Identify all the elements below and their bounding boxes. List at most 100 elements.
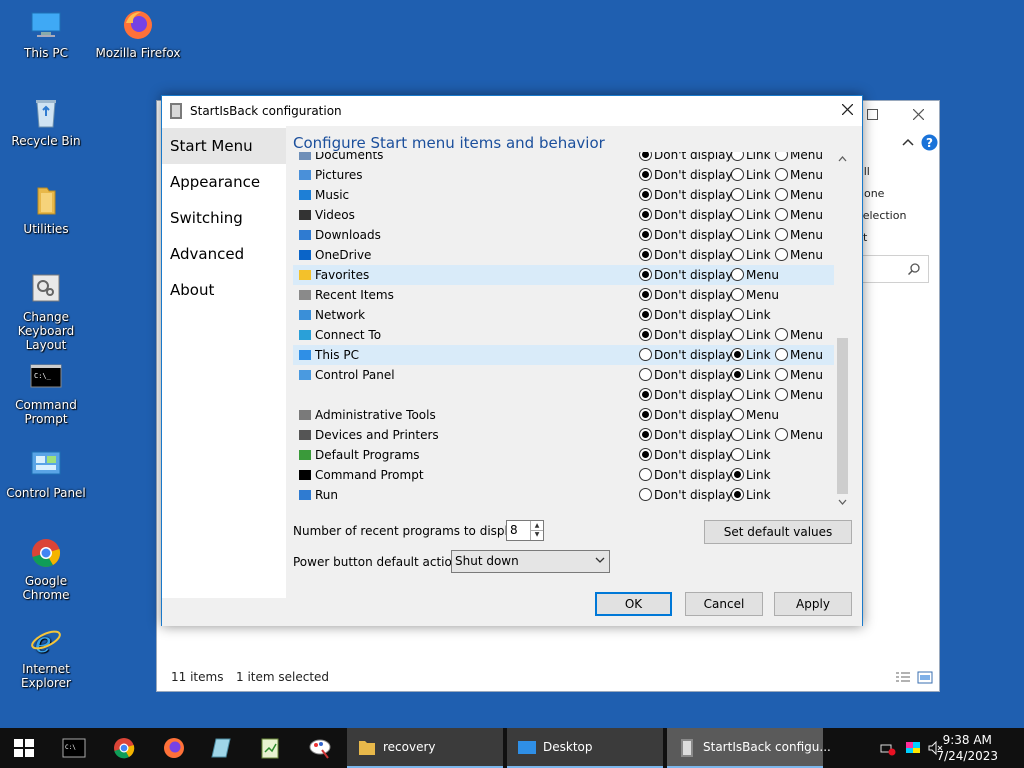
option-dont-radio[interactable]: Don't display <box>639 168 733 182</box>
option-link-radio[interactable]: Link <box>731 228 771 242</box>
desktop-icon-chrome[interactable]: Google Chrome <box>0 536 92 602</box>
details-view-icon[interactable] <box>895 671 911 684</box>
radio-circle[interactable] <box>775 428 788 441</box>
radio-circle[interactable] <box>775 168 788 181</box>
search-input[interactable] <box>857 255 929 283</box>
radio-circle[interactable] <box>731 488 744 501</box>
radio-circle[interactable] <box>731 188 744 201</box>
option-menu-radio[interactable]: Menu <box>775 388 823 402</box>
radio-circle[interactable] <box>731 288 744 301</box>
option-dont-radio[interactable]: Don't display <box>639 388 733 402</box>
radio-circle[interactable] <box>731 388 744 401</box>
radio-circle[interactable] <box>639 408 652 421</box>
desktop-icon-change-keyboard[interactable]: Change Keyboard Layout <box>0 272 92 352</box>
option-menu-radio[interactable]: Menu <box>775 208 823 222</box>
desktop-icon-this-pc[interactable]: This PC <box>0 8 92 60</box>
radio-circle[interactable] <box>639 308 652 321</box>
large-icons-view-icon[interactable] <box>917 671 933 684</box>
option-menu-radio[interactable]: Menu <box>731 268 779 282</box>
radio-circle[interactable] <box>775 152 788 161</box>
option-menu-radio[interactable]: Menu <box>775 188 823 202</box>
ribbon-invert-selection[interactable]: selection <box>857 209 906 222</box>
option-dont-radio[interactable]: Don't display <box>639 488 733 502</box>
option-link-radio[interactable]: Link <box>731 188 771 202</box>
option-dont-radio[interactable]: Don't display <box>639 152 733 162</box>
radio-circle[interactable] <box>731 428 744 441</box>
radio-circle[interactable] <box>639 228 652 241</box>
radio-circle[interactable] <box>775 388 788 401</box>
option-link-radio[interactable]: Link <box>731 328 771 342</box>
apply-button[interactable]: Apply <box>774 592 852 616</box>
option-menu-radio[interactable]: Menu <box>775 428 823 442</box>
option-link-radio[interactable]: Link <box>731 168 771 182</box>
option-link-radio[interactable]: Link <box>731 448 771 462</box>
radio-circle[interactable] <box>639 448 652 461</box>
option-dont-radio[interactable]: Don't display <box>639 268 733 282</box>
option-menu-radio[interactable]: Menu <box>775 328 823 342</box>
option-dont-radio[interactable]: Don't display <box>639 188 733 202</box>
desktop-icon-utilities[interactable]: Utilities <box>0 184 92 236</box>
stepper-down-button[interactable]: ▼ <box>530 530 543 540</box>
recent-programs-stepper[interactable]: 8 ▲ ▼ <box>506 520 544 541</box>
power-action-select[interactable]: Shut down <box>451 550 610 573</box>
option-dont-radio[interactable]: Don't display <box>639 408 733 422</box>
option-link-radio[interactable]: Link <box>731 388 771 402</box>
radio-circle[interactable] <box>731 308 744 321</box>
option-menu-radio[interactable]: Menu <box>775 348 823 362</box>
radio-circle[interactable] <box>775 328 788 341</box>
taskbar-task-recovery[interactable]: recovery <box>347 728 503 768</box>
nav-start-menu[interactable]: Start Menu <box>162 128 286 164</box>
radio-circle[interactable] <box>775 188 788 201</box>
chevron-up-icon[interactable] <box>902 138 914 146</box>
radio-circle[interactable] <box>639 468 652 481</box>
radio-circle[interactable] <box>639 368 652 381</box>
display-icon[interactable] <box>905 740 921 756</box>
taskbar-app-paint[interactable] <box>296 728 344 768</box>
radio-circle[interactable] <box>731 408 744 421</box>
start-button[interactable] <box>0 728 48 768</box>
nav-about[interactable]: About <box>162 272 286 308</box>
radio-circle[interactable] <box>639 168 652 181</box>
dialog-close-button[interactable] <box>832 96 862 126</box>
scroll-thumb[interactable] <box>837 338 848 494</box>
close-button[interactable] <box>895 101 941 131</box>
scroll-down-button[interactable] <box>834 495 851 512</box>
option-link-radio[interactable]: Link <box>731 468 771 482</box>
nav-advanced[interactable]: Advanced <box>162 236 286 272</box>
system-clock[interactable]: 9:38 AM 7/24/2023 <box>936 732 998 764</box>
radio-circle[interactable] <box>639 328 652 341</box>
option-menu-radio[interactable]: Menu <box>775 168 823 182</box>
option-dont-radio[interactable]: Don't display <box>639 368 733 382</box>
radio-circle[interactable] <box>731 348 744 361</box>
radio-circle[interactable] <box>639 488 652 501</box>
radio-circle[interactable] <box>639 428 652 441</box>
radio-circle[interactable] <box>639 152 652 161</box>
radio-circle[interactable] <box>731 228 744 241</box>
radio-circle[interactable] <box>639 288 652 301</box>
taskbar-app-notepad[interactable] <box>246 728 294 768</box>
radio-circle[interactable] <box>775 208 788 221</box>
radio-circle[interactable] <box>731 328 744 341</box>
desktop-icon-firefox[interactable]: Mozilla Firefox <box>92 8 184 60</box>
radio-circle[interactable] <box>731 368 744 381</box>
list-scrollbar[interactable] <box>834 152 851 512</box>
option-dont-radio[interactable]: Don't display <box>639 448 733 462</box>
option-link-radio[interactable]: Link <box>731 348 771 362</box>
taskbar-command-prompt[interactable]: C:\ <box>50 728 98 768</box>
option-dont-radio[interactable]: Don't display <box>639 208 733 222</box>
option-dont-radio[interactable]: Don't display <box>639 428 733 442</box>
radio-circle[interactable] <box>639 268 652 281</box>
radio-circle[interactable] <box>639 248 652 261</box>
desktop-icon-control-panel[interactable]: Control Panel <box>0 448 92 500</box>
radio-circle[interactable] <box>731 168 744 181</box>
taskbar-chrome[interactable] <box>100 728 148 768</box>
option-link-radio[interactable]: Link <box>731 308 771 322</box>
radio-circle[interactable] <box>639 348 652 361</box>
option-link-radio[interactable]: Link <box>731 428 771 442</box>
option-dont-radio[interactable]: Don't display <box>639 348 733 362</box>
radio-circle[interactable] <box>731 268 744 281</box>
nav-appearance[interactable]: Appearance <box>162 164 286 200</box>
radio-circle[interactable] <box>731 152 744 161</box>
option-menu-radio[interactable]: Menu <box>775 368 823 382</box>
nav-switching[interactable]: Switching <box>162 200 286 236</box>
